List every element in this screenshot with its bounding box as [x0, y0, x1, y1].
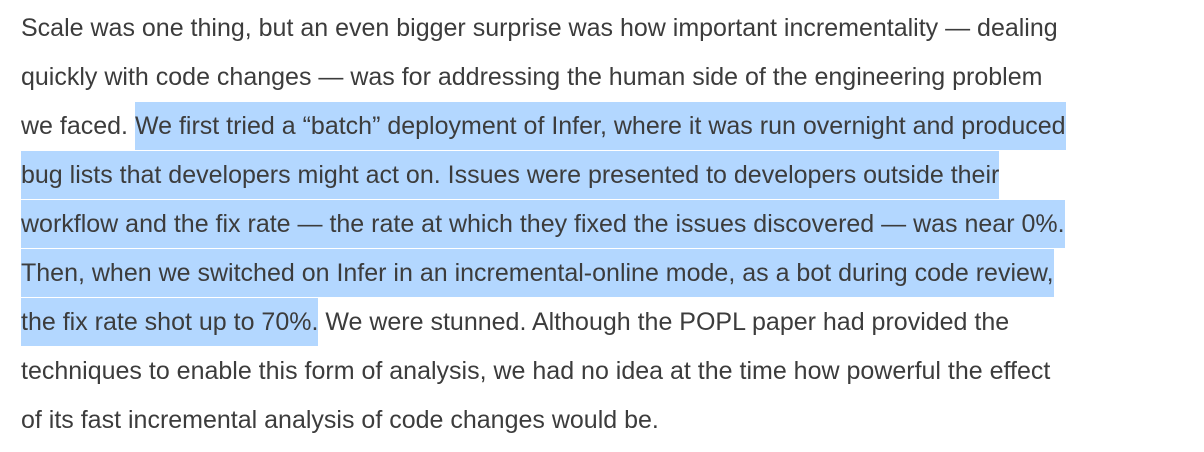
line-text: quickly with code changes — was for addr…	[21, 63, 1043, 91]
text-line: the fix rate shot up to 70%. We were stu…	[21, 298, 1009, 346]
article-body: Scale was one thing, but an even bigger …	[0, 0, 1204, 452]
line-text: We were stunned. Although the POPL paper…	[318, 308, 1010, 336]
text-line: quickly with code changes — was for addr…	[21, 53, 1042, 101]
text-line: Then, when we switched on Infer in an in…	[21, 249, 1054, 297]
line-text: Scale was one thing, but an even bigger …	[21, 14, 1058, 42]
line-text: we faced.	[21, 112, 135, 140]
text-line: of its fast incremental analysis of code…	[21, 396, 659, 444]
selected-text[interactable]: Then, when we switched on Infer in an in…	[21, 249, 1054, 297]
selected-text[interactable]: workflow and the fix rate — the rate at …	[21, 200, 1065, 248]
selected-text[interactable]: bug lists that developers might act on. …	[21, 151, 1000, 199]
text-line: workflow and the fix rate — the rate at …	[21, 200, 1065, 248]
text-line: techniques to enable this form of analys…	[21, 347, 1050, 395]
line-text: of its fast incremental analysis of code…	[21, 406, 659, 434]
text-line: we faced. We first tried a “batch” deplo…	[21, 102, 1066, 150]
text-line: bug lists that developers might act on. …	[21, 151, 1000, 199]
selected-text[interactable]: the fix rate shot up to 70%.	[21, 298, 319, 346]
text-line: Scale was one thing, but an even bigger …	[21, 4, 1058, 52]
line-text: techniques to enable this form of analys…	[21, 357, 1051, 385]
selected-text[interactable]: We first tried a “batch” deployment of I…	[134, 102, 1066, 150]
